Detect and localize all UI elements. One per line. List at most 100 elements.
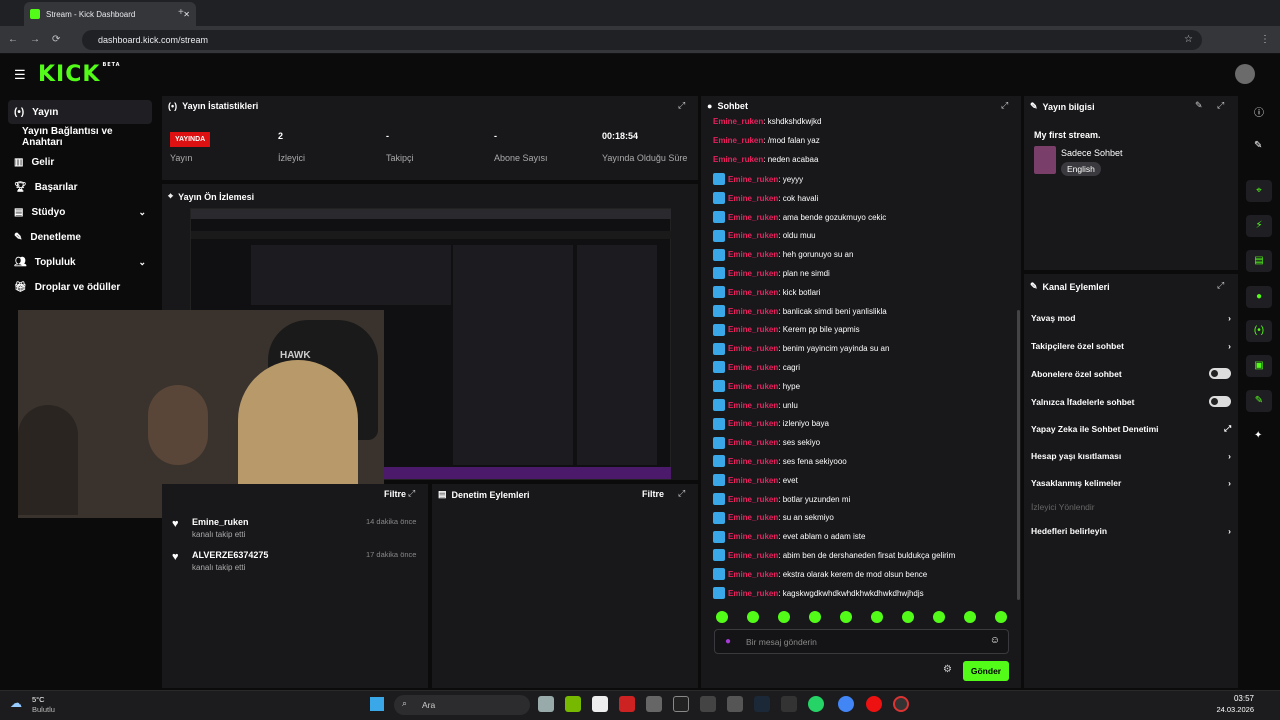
emote-icon[interactable] (933, 611, 945, 623)
emote-icon[interactable] (716, 611, 728, 623)
chat-username[interactable]: Emine_ruken (713, 117, 763, 126)
event-user[interactable]: ALVERZE6374275 (192, 550, 268, 560)
popout-icon[interactable]: ⤢ (678, 100, 685, 111)
taskbar-app-icon[interactable] (646, 696, 662, 712)
chat-username[interactable]: Emine_ruken (728, 570, 778, 579)
kick-logo[interactable]: KICK BETA (38, 62, 121, 87)
chat-username[interactable]: Emine_ruken (728, 532, 778, 541)
popout-icon[interactable]: ⤢ (1217, 100, 1224, 111)
event-user[interactable]: Emine_ruken (192, 517, 249, 527)
chat-username[interactable]: Emine_ruken (728, 457, 778, 466)
popout-icon[interactable]: ⤢ (678, 488, 685, 499)
chat-username[interactable]: Emine_ruken (713, 155, 763, 164)
obs-icon[interactable] (893, 696, 909, 712)
emote-icon[interactable] (809, 611, 821, 623)
emotes-only-toggle[interactable] (1209, 396, 1231, 407)
chat-username[interactable]: Emine_ruken (728, 476, 778, 485)
popout-icon[interactable]: ⤢ (408, 488, 415, 499)
activity-filter-button[interactable]: Filtre (384, 489, 406, 499)
chat-username[interactable]: Emine_ruken (728, 194, 778, 203)
chat-username[interactable]: Emine_ruken (728, 250, 778, 259)
gear-icon[interactable]: ⚙ (943, 664, 952, 675)
action-banned-words[interactable]: Yasaklanmış kelimeler › (1031, 478, 1231, 488)
whatsapp-icon[interactable] (808, 696, 824, 712)
chat-username[interactable]: Emine_ruken (728, 551, 778, 560)
chat-icon[interactable]: ● (1246, 286, 1272, 308)
reload-icon[interactable]: ⟳ (52, 33, 60, 47)
chat-scrollbar[interactable] (1017, 310, 1020, 600)
emote-icon[interactable] (964, 611, 976, 623)
chat-username[interactable]: Emine_ruken (728, 269, 778, 278)
chat-username[interactable]: Emine_ruken (728, 513, 778, 522)
chrome-icon[interactable] (838, 696, 854, 712)
taskbar-search[interactable]: Ara (394, 695, 530, 715)
popout-icon[interactable]: ⤢ (1217, 280, 1224, 291)
address-bar[interactable]: dashboard.kick.com/stream (82, 30, 1202, 50)
hamburger-icon[interactable]: ☰ (14, 67, 26, 83)
chat-username[interactable]: Emine_ruken (728, 231, 778, 240)
emote-icon[interactable] (902, 611, 914, 623)
emoji-icon[interactable]: ☺ (990, 635, 1000, 646)
chat-username[interactable]: Emine_ruken (728, 589, 778, 598)
chat-username[interactable]: Emine_ruken (713, 136, 763, 145)
crosshair-icon[interactable]: ⌖ (1246, 180, 1272, 202)
note-icon[interactable]: ▤ (1246, 250, 1272, 272)
avatar[interactable] (1235, 64, 1255, 84)
action-ai-moderation[interactable]: Yapay Zeka ile Sohbet Denetimi ⤢ (1031, 423, 1231, 434)
popout-icon[interactable]: ⤢ (1001, 100, 1008, 111)
chat-username[interactable]: Emine_ruken (728, 213, 778, 222)
chat-username[interactable]: Emine_ruken (728, 419, 778, 428)
emote-icon[interactable] (871, 611, 883, 623)
forward-icon[interactable]: → (30, 33, 40, 47)
menu-kebab-icon[interactable]: ⋮ (1260, 33, 1270, 47)
action-emotes-only[interactable]: Yalnızca İfadelerle sohbet (1031, 396, 1231, 407)
chat-username[interactable]: Emine_ruken (728, 495, 778, 504)
back-icon[interactable]: ← (8, 33, 18, 47)
chat-input[interactable]: ● Bir mesaj gönderin ☺ (714, 629, 1009, 654)
chat-username[interactable]: Emine_ruken (728, 363, 778, 372)
mic-icon[interactable]: ● (725, 636, 731, 647)
sidebar-item-denetleme[interactable]: ✎ Denetleme (8, 225, 152, 249)
wrench-icon[interactable]: ✎ (1246, 390, 1272, 412)
subs-only-toggle[interactable] (1209, 368, 1231, 379)
chat-username[interactable]: Emine_ruken (728, 344, 778, 353)
action-subs-only[interactable]: Abonelere özel sohbet (1031, 368, 1231, 379)
send-button[interactable]: Gönder (963, 661, 1009, 681)
chat-username[interactable]: Emine_ruken (728, 325, 778, 334)
edit-icon[interactable]: ✎ (1254, 140, 1262, 151)
apps-icon[interactable]: ✦ (1254, 430, 1262, 441)
chat-username[interactable]: Emine_ruken (728, 288, 778, 297)
sidebar-item-stream-key[interactable]: Yayın Bağlantısı ve Anahtarı (8, 125, 152, 149)
moderation-filter-button[interactable]: Filtre (642, 489, 664, 499)
action-slow-mode[interactable]: Yavaş mod › (1031, 313, 1231, 323)
chat-username[interactable]: Emine_ruken (728, 401, 778, 410)
emote-icon[interactable] (840, 611, 852, 623)
sidebar-item-topluluk[interactable]: 👥︎ Topluluk ⌄ (8, 250, 152, 274)
bookmark-star-icon[interactable]: ☆ (1184, 33, 1193, 47)
info-icon[interactable]: ⓘ (1254, 104, 1264, 119)
emote-icon[interactable] (778, 611, 790, 623)
category-name[interactable]: Sadece Sohbet (1061, 148, 1123, 158)
taskbar-app-icon[interactable] (866, 696, 882, 712)
sidebar-item-yayin[interactable]: (•) Yayın (8, 100, 152, 124)
taskbar-app-icon[interactable] (727, 696, 743, 712)
action-goals[interactable]: Hedefleri belirleyin › (1031, 526, 1231, 536)
edit-pencil-icon[interactable]: ✎ (1195, 100, 1203, 111)
emote-icon[interactable] (995, 611, 1007, 623)
windows-start-icon[interactable] (370, 697, 384, 711)
taskbar-app-icon[interactable] (592, 696, 608, 712)
emote-icon[interactable] (747, 611, 759, 623)
sidebar-item-droplar[interactable]: 🎁︎ Droplar ve ödüller (8, 275, 152, 299)
broadcast-icon[interactable]: (•) (1246, 320, 1272, 342)
action-followers-only[interactable]: Takipçilere özel sohbet › (1031, 341, 1231, 351)
id-card-icon[interactable]: ▣ (1246, 355, 1272, 377)
taskbar-app-icon[interactable] (673, 696, 689, 712)
new-tab-icon[interactable]: + (178, 6, 184, 20)
taskbar-app-icon[interactable] (781, 696, 797, 712)
taskbar-app-icon[interactable] (754, 696, 770, 712)
chat-username[interactable]: Emine_ruken (728, 307, 778, 316)
taskbar-app-icon[interactable] (565, 696, 581, 712)
bolt-icon[interactable]: ⚡︎ (1246, 215, 1272, 237)
chat-username[interactable]: Emine_ruken (728, 438, 778, 447)
taskbar-app-icon[interactable] (619, 696, 635, 712)
